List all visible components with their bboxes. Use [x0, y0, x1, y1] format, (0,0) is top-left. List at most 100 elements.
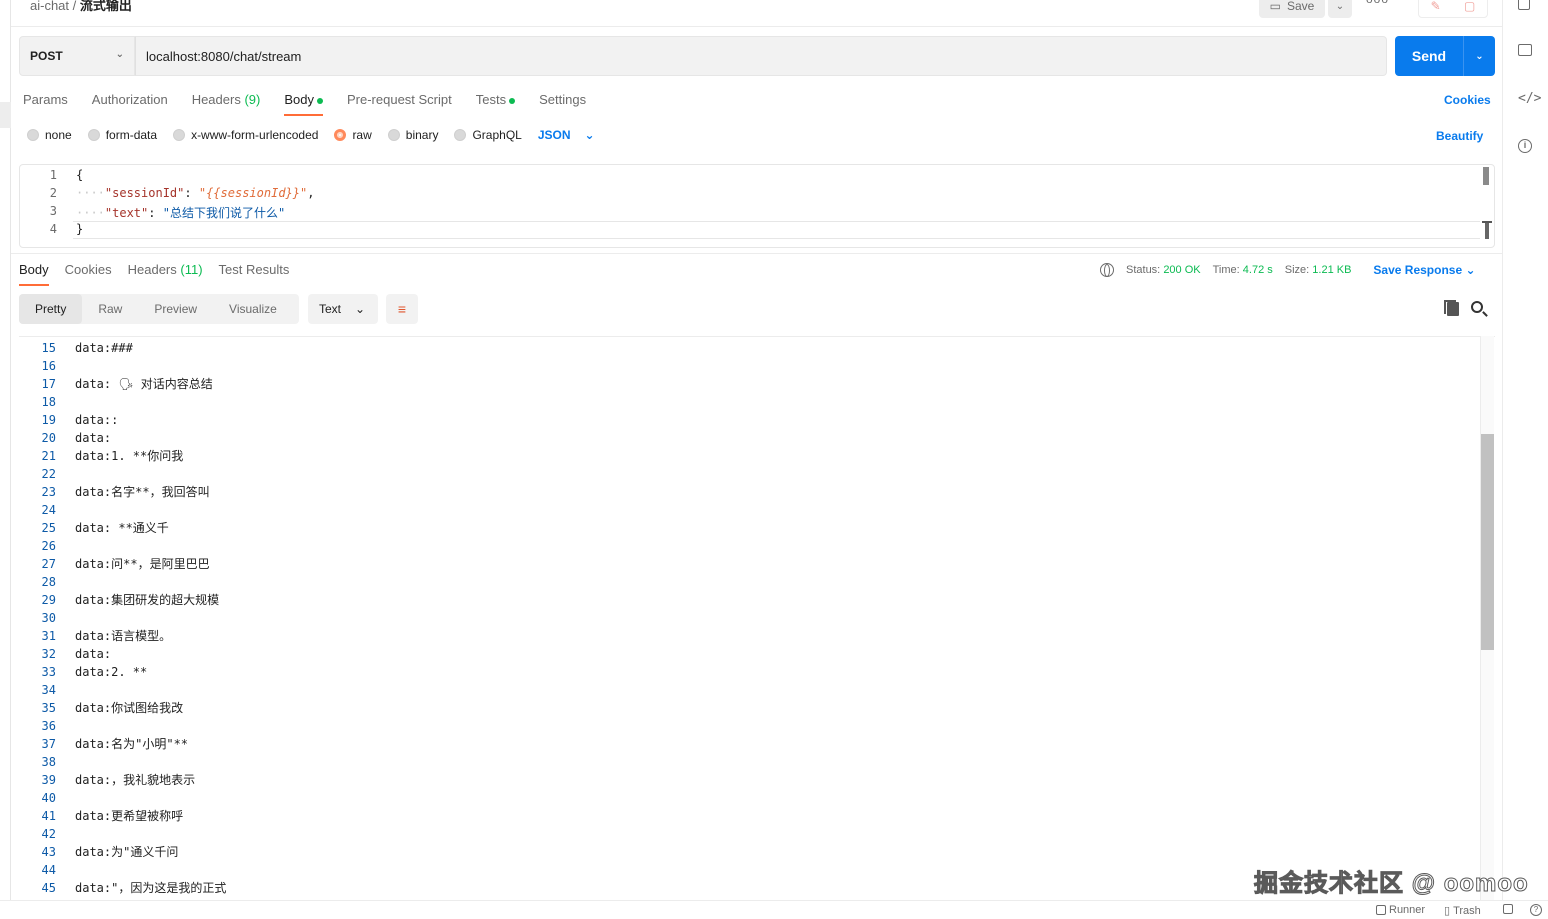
radio-icon: [454, 129, 467, 141]
response-meta: Status: 200 OK Time: 4.72 s Size: 1.21 K…: [1100, 263, 1476, 277]
size-info[interactable]: Size: 1.21 KB: [1285, 264, 1352, 276]
response-body-viewer[interactable]: 15 data:### 16 17 data: 🗣 对话内容总结 18 19 data:: 20…: [19, 336, 1495, 900]
body-type-raw[interactable]: raw: [334, 128, 372, 142]
send-options-chevron-icon[interactable]: ⌄: [1463, 36, 1495, 76]
view-preview[interactable]: Preview: [138, 294, 213, 324]
sidebar-collapse-handle[interactable]: [0, 102, 11, 128]
tab-headers[interactable]: Headers (9): [192, 92, 261, 114]
line-text: data:2. **: [75, 665, 148, 679]
line-number: 32: [41, 647, 56, 661]
chevron-down-icon: ⌄: [115, 49, 124, 60]
method-select[interactable]: POST ⌄: [19, 36, 135, 76]
line-number: 29: [41, 593, 56, 607]
line-number: 39: [41, 773, 56, 787]
view-raw[interactable]: Raw: [82, 294, 138, 324]
line-number: 35: [41, 701, 56, 715]
trash-button[interactable]: ▯ Trash: [1444, 904, 1481, 918]
wrap-lines-icon[interactable]: ≡: [386, 294, 418, 324]
copy-icon[interactable]: [1444, 300, 1459, 316]
request-body-editor[interactable]: 1 2 3 4 { ····"sessionId": "{{sessionId}…: [19, 164, 1495, 248]
comment-icon[interactable]: ▢: [1464, 0, 1475, 13]
line-text: data:: [75, 431, 112, 445]
search-icon[interactable]: [1471, 301, 1483, 313]
watermark: 掘金技术社区 @ oomoo: [1254, 870, 1529, 898]
body-type-binary[interactable]: binary: [387, 128, 438, 142]
resp-tab-test-results[interactable]: Test Results: [219, 262, 290, 284]
line-text: data:集团研发的超大规模: [75, 593, 220, 607]
info-icon[interactable]: i: [1518, 139, 1534, 155]
tab-pre-request-script[interactable]: Pre-request Script: [347, 92, 452, 114]
trash-icon: ▯: [1444, 905, 1451, 917]
time-info[interactable]: Time: 4.72 s: [1213, 264, 1273, 276]
current-line-highlight: [73, 221, 1480, 239]
response-scrollbar-thumb[interactable]: [1481, 434, 1494, 650]
resp-tab-headers[interactable]: Headers (11): [128, 262, 203, 284]
line-text: data:: [75, 647, 112, 661]
line-number: 4: [49, 222, 57, 236]
resp-tab-cookies[interactable]: Cookies: [65, 262, 112, 284]
response-divider[interactable]: [11, 253, 1502, 254]
documentation-icon[interactable]: [1518, 0, 1534, 12]
line-text: data:1. **你问我: [75, 449, 184, 463]
code-line: ····"sessionId": "{{sessionId}}",: [76, 186, 315, 200]
body-indicator-dot: [316, 97, 323, 104]
url-input[interactable]: localhost:8080/chat/stream: [135, 36, 1387, 76]
comments-icon[interactable]: [1518, 44, 1534, 60]
body-type-graphql[interactable]: GraphQL: [454, 128, 522, 142]
line-text: data:###: [75, 341, 133, 355]
editor-scrollbar[interactable]: [1483, 167, 1489, 185]
line-text: data:名字**，我回答叫: [75, 485, 210, 499]
code-icon[interactable]: </>: [1518, 91, 1541, 107]
edit-icon[interactable]: ✎: [1431, 0, 1441, 13]
more-options-button[interactable]: ooo: [1366, 0, 1389, 6]
two-pane-icon[interactable]: [1503, 904, 1513, 914]
body-type-form-data[interactable]: form-data: [87, 128, 157, 142]
tab-body[interactable]: Body: [284, 92, 323, 116]
request-header-bar: ai-chat / 流式输出 ▭ Save ⌄ ooo ✎ ▢: [11, 0, 1502, 27]
save-response-button[interactable]: Save Response ⌄: [1373, 263, 1475, 277]
code-line: }: [76, 222, 84, 236]
line-number: 36: [41, 719, 56, 733]
send-label: Send: [1411, 48, 1447, 64]
view-visualize[interactable]: Visualize: [213, 294, 293, 324]
line-number: 28: [41, 575, 56, 589]
status-info[interactable]: Status: 200 OK: [1126, 264, 1201, 276]
tab-tests[interactable]: Tests: [476, 92, 516, 114]
radio-icon: [387, 129, 400, 141]
line-text: data:为"通义千问: [75, 845, 179, 859]
line-number: 17: [41, 377, 56, 391]
line-number: 23: [41, 485, 56, 499]
body-format-select[interactable]: JSON ⌄: [538, 128, 595, 142]
resp-tab-body[interactable]: Body: [19, 262, 49, 286]
response-format-select[interactable]: Text ⌄: [308, 294, 378, 324]
headers-count: (9): [244, 92, 261, 107]
tab-authorization[interactable]: Authorization: [92, 92, 168, 114]
body-type-none[interactable]: none: [27, 128, 72, 142]
line-number: 37: [41, 737, 56, 751]
line-number: 18: [41, 395, 56, 409]
save-button[interactable]: ▭ Save: [1259, 0, 1325, 18]
line-number: 21: [41, 449, 56, 463]
send-button[interactable]: Send ⌄: [1395, 36, 1495, 76]
resp-headers-count: (11): [180, 262, 203, 277]
view-pretty[interactable]: Pretty: [19, 294, 83, 324]
tab-params[interactable]: Params: [23, 92, 68, 114]
body-type-urlencoded[interactable]: x-www-form-urlencoded: [173, 128, 318, 142]
radio-icon: [27, 129, 39, 141]
line-text: data: 🗣 对话内容总结: [75, 377, 213, 391]
line-text: data:更希望被称呼: [75, 809, 184, 823]
line-text: data:，我礼貌地表示: [75, 773, 196, 787]
runner-button[interactable]: Runner: [1376, 904, 1425, 916]
cookies-link[interactable]: Cookies: [1444, 93, 1491, 107]
beautify-button[interactable]: Beautify: [1436, 129, 1483, 143]
line-number: 45: [41, 881, 56, 895]
globe-icon[interactable]: [1100, 263, 1114, 277]
help-icon[interactable]: ?: [1530, 904, 1542, 916]
line-text: data: **通义千: [75, 521, 169, 535]
tab-settings[interactable]: Settings: [539, 92, 586, 114]
breadcrumb-collection[interactable]: ai-chat: [30, 0, 69, 13]
line-number: 31: [41, 629, 56, 643]
breadcrumb-request-name[interactable]: 流式输出: [80, 0, 132, 13]
editor-resize-handle[interactable]: [1482, 221, 1492, 239]
save-options-button[interactable]: ⌄: [1328, 0, 1352, 18]
